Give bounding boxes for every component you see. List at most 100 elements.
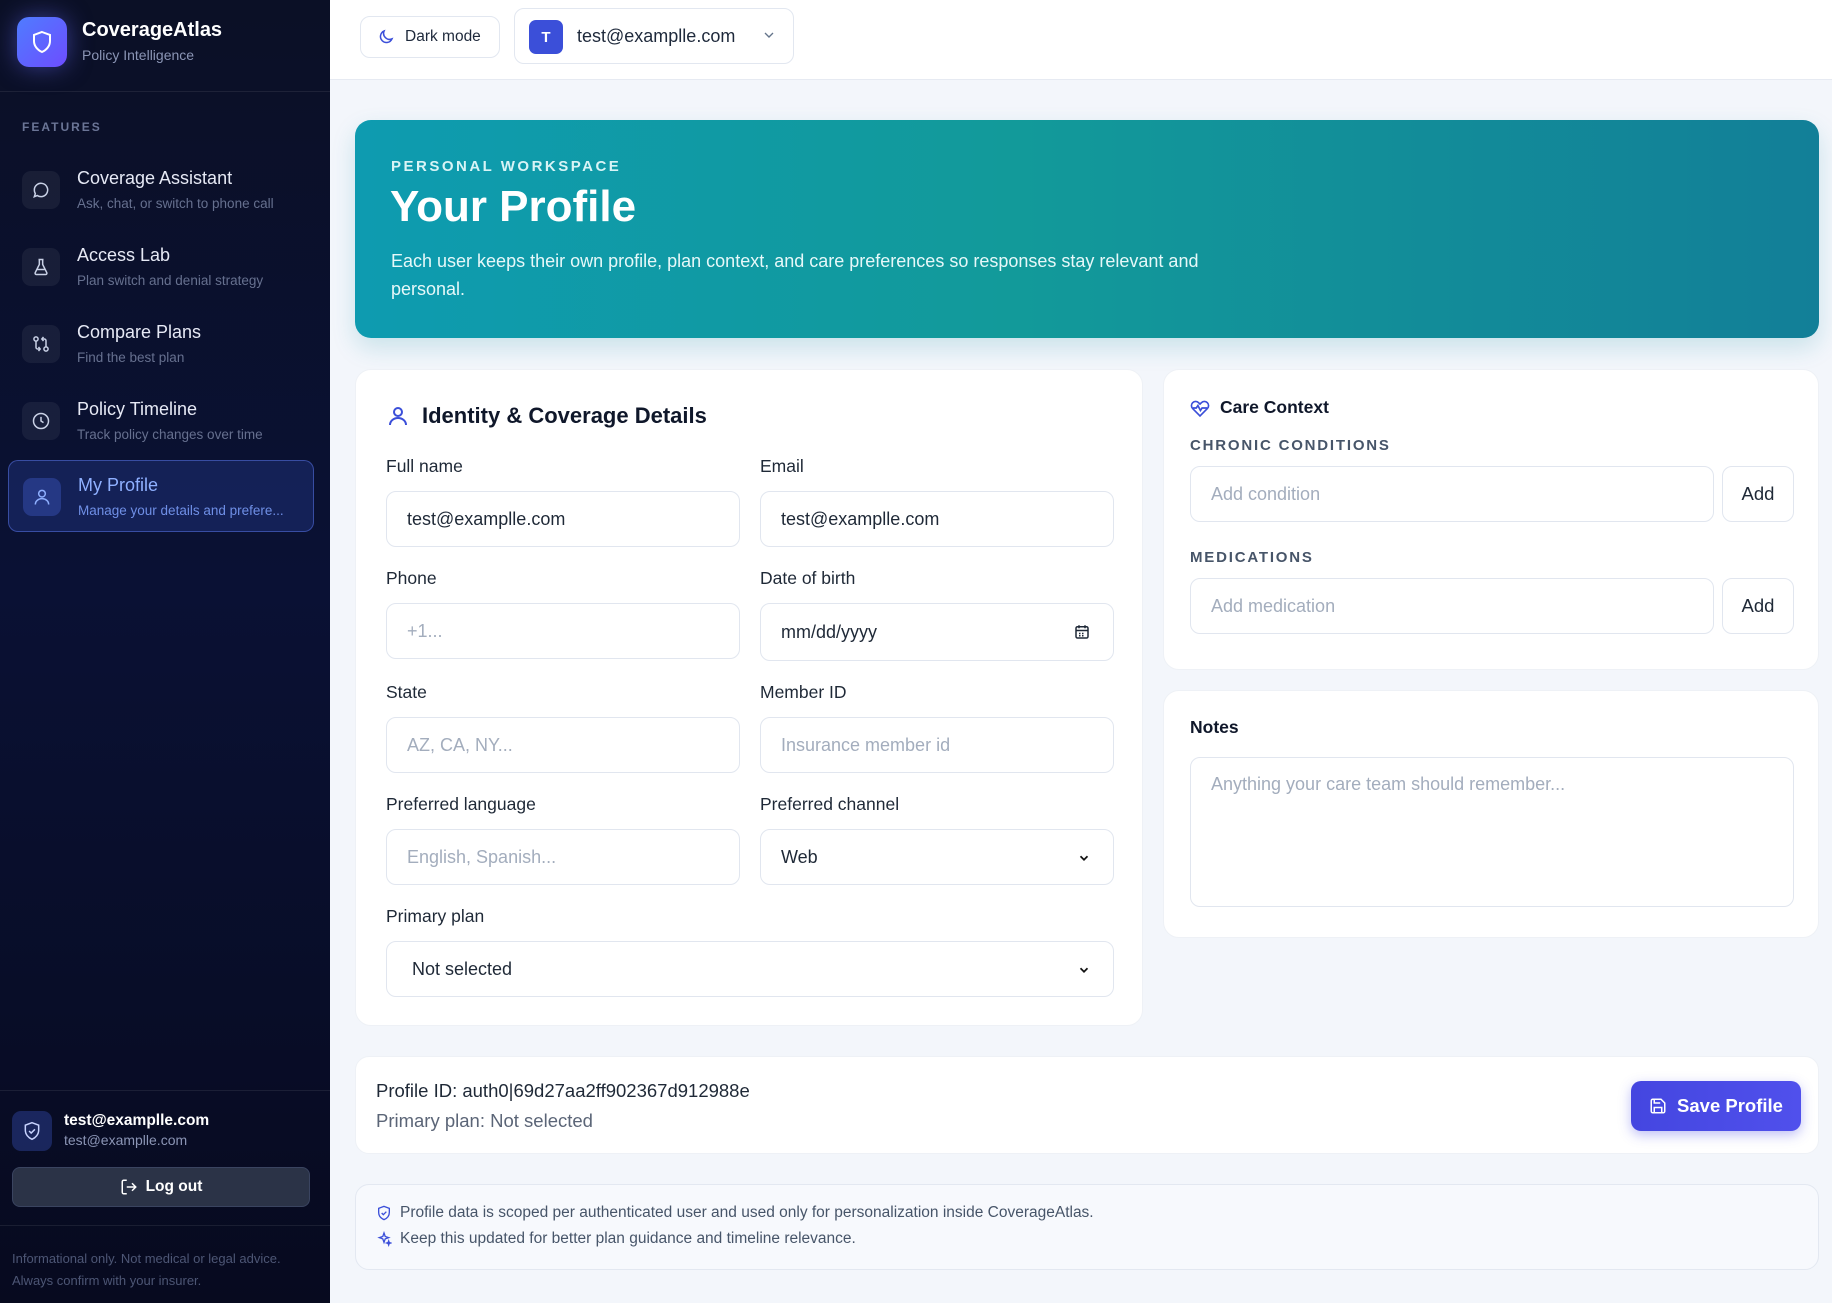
shield-check-icon [378, 1205, 390, 1221]
dark-mode-label: Dark mode [405, 28, 481, 45]
clock-icon [22, 402, 60, 440]
email-label: Email [760, 456, 804, 476]
shield-logo-icon [17, 17, 67, 67]
dob-label: Date of birth [760, 568, 856, 588]
logout-label: Log out [145, 1178, 203, 1195]
sidebar: CoverageAtlas Policy Intelligence FEATUR… [0, 0, 330, 1303]
profile-summary-bar: Profile ID: auth0|69d27aa2ff902367d91298… [355, 1056, 1819, 1154]
sidebar-item-access-lab[interactable]: Access Lab Plan switch and denial strate… [8, 231, 314, 303]
sidebar-item-coverage-assistant[interactable]: Coverage Assistant Ask, chat, or switch … [8, 154, 314, 226]
logout-icon [121, 1179, 137, 1195]
compare-arrows-icon [22, 325, 60, 363]
member-id-input[interactable]: Insurance member id [760, 717, 1114, 773]
channel-select[interactable]: Web [760, 829, 1114, 885]
hero-description: Each user keeps their own profile, plan … [391, 251, 1199, 299]
care-context-card: Care Context CHRONIC CONDITIONS Add cond… [1163, 369, 1819, 670]
sidebar-item-subtitle: Plan switch and denial strategy [77, 273, 264, 288]
features-section-label: FEATURES [22, 120, 102, 134]
sidebar-disclaimer: Informational only. Not medical or legal… [12, 1251, 281, 1288]
profile-id-text: Profile ID: auth0|69d27aa2ff902367d91298… [376, 1080, 750, 1101]
sidebar-user-name: test@examplle.com [64, 1112, 210, 1129]
full-name-label: Full name [386, 456, 463, 476]
sidebar-item-subtitle: Manage your details and prefere... [78, 503, 284, 518]
user-icon [23, 478, 61, 516]
notes-textarea[interactable]: Anything your care team should remember.… [1190, 757, 1794, 907]
dark-mode-toggle[interactable]: Dark mode [360, 16, 500, 58]
chat-bubble-icon [22, 171, 60, 209]
hero-kicker: PERSONAL WORKSPACE [391, 158, 622, 175]
language-input[interactable]: English, Spanish... [386, 829, 740, 885]
shield-check-icon [12, 1111, 52, 1151]
primary-plan-select[interactable]: Not selected [386, 941, 1114, 997]
privacy-note: Profile data is scoped per authenticated… [376, 1204, 1094, 1222]
flask-icon [22, 248, 60, 286]
add-condition-input[interactable]: Add condition [1190, 466, 1714, 522]
primary-plan-selected-value: Not selected [412, 958, 513, 979]
brand-header: CoverageAtlas Policy Intelligence [0, 0, 330, 92]
notes-title: Notes [1190, 717, 1239, 737]
phone-input[interactable]: +1... [386, 603, 740, 659]
sidebar-item-subtitle: Track policy changes over time [77, 427, 263, 442]
brand-name: CoverageAtlas [82, 19, 223, 41]
identity-card-header: Identity & Coverage Details [386, 403, 707, 429]
sidebar-user-email: test@examplle.com [64, 1132, 188, 1148]
add-condition-button[interactable]: Add [1722, 466, 1794, 522]
primary-plan-summary: Primary plan: Not selected [376, 1110, 593, 1131]
full-name-input[interactable]: test@examplle.com [386, 491, 740, 547]
sidebar-item-my-profile[interactable]: My Profile Manage your details and prefe… [8, 460, 314, 532]
chevron-down-icon [761, 27, 777, 48]
save-profile-button[interactable]: Save Profile [1631, 1081, 1801, 1131]
chevron-down-icon [1077, 961, 1091, 982]
profile-hero-banner: PERSONAL WORKSPACE Your Profile Each use… [355, 120, 1819, 338]
dob-input[interactable]: mm/dd/yyyy [760, 603, 1114, 661]
channel-label: Preferred channel [760, 794, 900, 814]
privacy-note-text: Profile data is scoped per authenticated… [400, 1204, 1094, 1221]
sidebar-item-title: My Profile [78, 475, 159, 495]
member-id-label: Member ID [760, 682, 847, 702]
care-context-header: Care Context [1190, 397, 1329, 418]
care-context-title: Care Context [1220, 397, 1329, 417]
state-label: State [386, 682, 427, 702]
avatar: T [529, 20, 563, 54]
save-icon [1650, 1098, 1666, 1114]
guidance-note: Keep this updated for better plan guidan… [376, 1230, 856, 1248]
account-email: test@examplle.com [577, 26, 736, 46]
chevron-down-icon [1077, 849, 1091, 870]
topbar: Dark mode T test@examplle.com [330, 0, 1832, 80]
sidebar-item-subtitle: Find the best plan [77, 350, 185, 365]
sidebar-item-policy-timeline[interactable]: Policy Timeline Track policy changes ove… [8, 385, 314, 457]
identity-coverage-card: Identity & Coverage Details Full name te… [355, 369, 1143, 1026]
logout-button[interactable]: Log out [12, 1167, 310, 1207]
sidebar-user-panel: test@examplle.com test@examplle.com Log … [0, 1090, 330, 1226]
medications-label: MEDICATIONS [1190, 549, 1314, 566]
sidebar-item-title: Access Lab [77, 245, 171, 265]
language-label: Preferred language [386, 794, 536, 814]
dob-placeholder: mm/dd/yyyy [781, 621, 878, 642]
sparkles-icon [377, 1231, 392, 1247]
add-medication-input[interactable]: Add medication [1190, 578, 1714, 634]
chronic-conditions-label: CHRONIC CONDITIONS [1190, 437, 1391, 454]
sidebar-item-subtitle: Ask, chat, or switch to phone call [77, 196, 274, 211]
privacy-info-bar: Profile data is scoped per authenticated… [355, 1184, 1819, 1270]
sidebar-item-compare-plans[interactable]: Compare Plans Find the best plan [8, 308, 314, 380]
sidebar-item-title: Compare Plans [77, 322, 202, 342]
save-profile-label: Save Profile [1677, 1095, 1783, 1116]
page-title: Your Profile [390, 182, 637, 231]
add-medication-button[interactable]: Add [1722, 578, 1794, 634]
account-menu-button[interactable]: T test@examplle.com [514, 8, 794, 64]
state-input[interactable]: AZ, CA, NY... [386, 717, 740, 773]
sidebar-item-title: Policy Timeline [77, 399, 198, 419]
email-input[interactable]: test@examplle.com [760, 491, 1114, 547]
calendar-icon[interactable] [1073, 623, 1091, 646]
brand-tagline: Policy Intelligence [82, 47, 195, 63]
sidebar-item-title: Coverage Assistant [77, 168, 233, 188]
primary-plan-label: Primary plan [386, 906, 485, 926]
heart-pulse-icon [1190, 400, 1210, 417]
guidance-note-text: Keep this updated for better plan guidan… [400, 1230, 856, 1247]
user-icon [389, 407, 407, 426]
phone-label: Phone [386, 568, 437, 588]
identity-card-title: Identity & Coverage Details [422, 403, 707, 428]
channel-selected-value: Web [781, 846, 818, 867]
moon-icon [379, 29, 394, 44]
notes-card: Notes Anything your care team should rem… [1163, 690, 1819, 938]
